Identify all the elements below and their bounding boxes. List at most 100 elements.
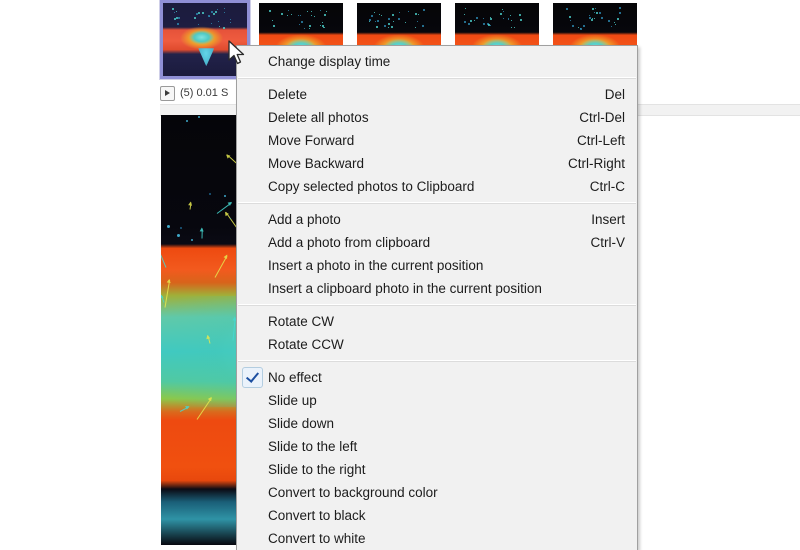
- menu-item-gutter: [237, 310, 268, 333]
- speck-dot: [465, 8, 466, 9]
- speck-dot: [398, 18, 400, 20]
- menu-item-gutter: [237, 208, 268, 231]
- speck-dot: [174, 12, 175, 13]
- speck-dot: [599, 12, 601, 14]
- menu-item-label: Move Backward: [268, 152, 548, 175]
- menu-item-convert-to-white[interactable]: Convert to white: [237, 527, 637, 550]
- menu-item-copy-selected-photos-to-clipboard[interactable]: Copy selected photos to Clipboard Ctrl-C: [237, 175, 637, 198]
- speck-dot: [172, 8, 174, 10]
- speck-dot: [503, 18, 504, 19]
- speck-dot: [483, 23, 485, 25]
- speck-dot: [601, 17, 603, 19]
- speck-dot: [464, 14, 465, 15]
- menu-item-no-effect[interactable]: No effect: [237, 366, 637, 389]
- menu-item-gutter: [237, 231, 268, 254]
- menu-item-label: Delete: [268, 83, 585, 106]
- play-icon[interactable]: [160, 86, 175, 101]
- speck-dot: [617, 18, 619, 20]
- menu-item-add-a-photo[interactable]: Add a photo Insert: [237, 208, 637, 231]
- speck-dot: [311, 15, 312, 16]
- speck-dot: [614, 22, 615, 23]
- speck-dot: [174, 18, 176, 20]
- menu-item-label: Slide down: [268, 412, 605, 435]
- menu-item-gutter: [237, 277, 268, 300]
- speck-dot: [191, 239, 193, 241]
- menu-item-rotate-cw[interactable]: Rotate CW: [237, 310, 637, 333]
- vector-arrow: [196, 398, 211, 420]
- speck-dot: [490, 18, 492, 20]
- menu-item-change-display-time[interactable]: Change display time: [237, 50, 637, 73]
- menu-item-rotate-ccw[interactable]: Rotate CCW: [237, 333, 637, 356]
- menu-item-gutter: [237, 106, 268, 129]
- menu-item-gutter: [237, 254, 268, 277]
- menu-item-slide-to-the-right[interactable]: Slide to the right: [237, 458, 637, 481]
- menu-item-delete[interactable]: Delete Del: [237, 83, 637, 106]
- application-background: (5) 0.01 S Change display time Delete Del D…: [0, 0, 800, 545]
- speck-dot: [198, 116, 200, 118]
- menu-item-slide-down[interactable]: Slide down: [237, 412, 637, 435]
- menu-item-slide-up[interactable]: Slide up: [237, 389, 637, 412]
- menu-item-convert-to-background-color[interactable]: Convert to background color: [237, 481, 637, 504]
- context-menu[interactable]: Change display time Delete Del Delete all p…: [236, 45, 638, 550]
- speck-dot: [619, 7, 621, 9]
- menu-item-shortcut: Ctrl-Left: [557, 133, 625, 148]
- speck-dot: [388, 23, 390, 25]
- speck-dot: [218, 21, 219, 22]
- vector-arrow: [202, 229, 203, 239]
- menu-item-label: Convert to black: [268, 504, 605, 527]
- menu-item-shortcut: Ctrl-Del: [559, 110, 625, 125]
- menu-item-label: Move Forward: [268, 129, 557, 152]
- menu-item-gutter: [237, 504, 268, 527]
- speck-dot: [324, 14, 326, 16]
- speck-dot: [503, 11, 504, 12]
- menu-item-add-a-photo-from-clipboard[interactable]: Add a photo from clipboard Ctrl-V: [237, 231, 637, 254]
- speck-dot: [405, 22, 406, 23]
- speck-dot: [519, 14, 521, 16]
- vector-arrow: [161, 295, 164, 303]
- speck-dot: [299, 24, 300, 25]
- menu-item-gutter: [237, 129, 268, 152]
- menu-item-insert-a-photo-in-the-current-position[interactable]: Insert a photo in the current position: [237, 254, 637, 277]
- speck-dot: [224, 195, 226, 197]
- menu-item-move-forward[interactable]: Move Forward Ctrl-Left: [237, 129, 637, 152]
- menu-item-insert-a-clipboard-photo-in-the-current-position[interactable]: Insert a clipboard photo in the current …: [237, 277, 637, 300]
- speck-dot: [217, 9, 218, 10]
- menu-item-delete-all-photos[interactable]: Delete all photos Ctrl-Del: [237, 106, 637, 129]
- menu-item-convert-to-black[interactable]: Convert to black: [237, 504, 637, 527]
- speck-dot: [417, 21, 418, 22]
- speck-dot: [490, 25, 491, 26]
- speck-dot: [508, 19, 509, 20]
- speck-dot: [388, 18, 390, 20]
- speck-dot: [208, 15, 210, 17]
- speck-dot: [320, 10, 321, 11]
- speck-dot: [309, 25, 311, 27]
- speck-dot: [176, 17, 178, 19]
- speck-dot: [464, 21, 466, 23]
- speck-dot: [194, 17, 196, 19]
- menu-item-label: Slide to the left: [268, 435, 605, 458]
- speck-dot: [224, 12, 225, 13]
- speck-dot: [578, 27, 579, 28]
- speck-dot: [510, 15, 511, 16]
- menu-item-gutter: [237, 458, 268, 481]
- speck-dot: [298, 15, 299, 16]
- speck-dot: [418, 14, 419, 15]
- speck-dot: [281, 13, 283, 15]
- speck-dot: [583, 25, 585, 27]
- menu-item-gutter: [237, 333, 268, 356]
- menu-item-gutter: [237, 435, 268, 458]
- menu-item-label: Convert to white: [268, 527, 605, 550]
- speck-dot: [287, 15, 288, 16]
- speck-dot: [186, 120, 188, 122]
- menu-item-label: Slide to the right: [268, 458, 605, 481]
- speck-dot: [399, 12, 400, 13]
- caption-text: (5) 0.01 S: [180, 87, 228, 99]
- menu-item-slide-to-the-left[interactable]: Slide to the left: [237, 435, 637, 458]
- speck-dot: [288, 10, 289, 11]
- speck-dot: [198, 24, 199, 25]
- speck-dot: [301, 21, 303, 23]
- speck-dot: [177, 234, 180, 237]
- menu-item-move-backward[interactable]: Move Backward Ctrl-Right: [237, 152, 637, 175]
- menu-separator: [238, 304, 636, 306]
- check-glyph: [246, 369, 259, 383]
